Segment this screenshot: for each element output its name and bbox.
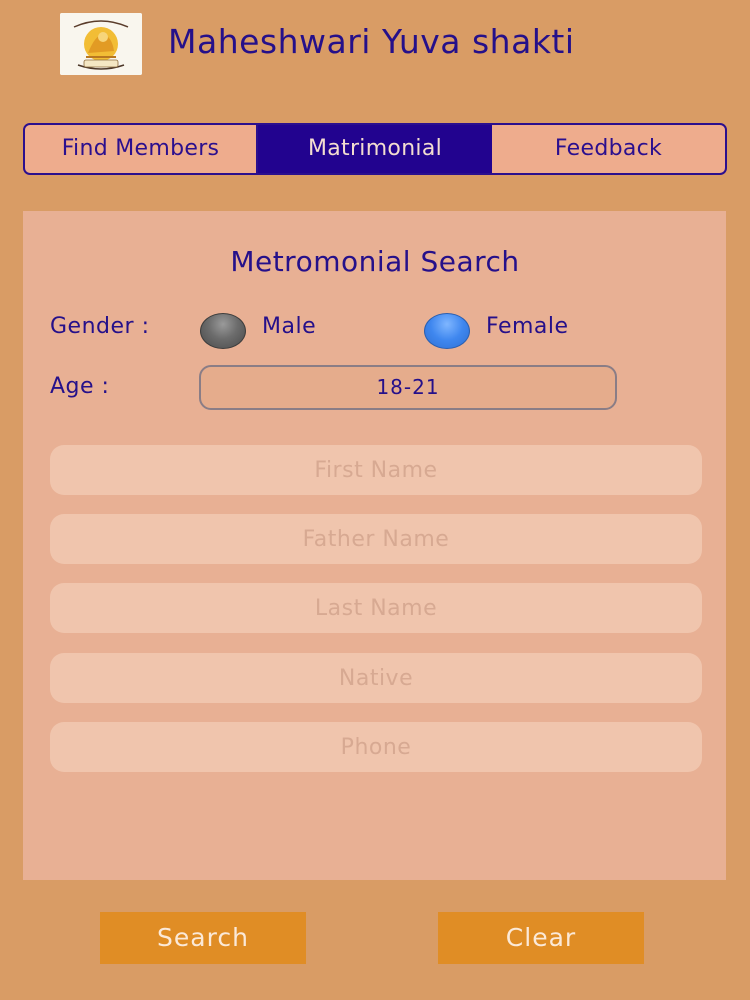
tab-bar: Find Members Matrimonial Feedback xyxy=(23,123,727,175)
age-select[interactable]: 18-21 xyxy=(199,365,617,410)
gender-female-radio[interactable] xyxy=(424,313,470,349)
panel-title: Metromonial Search xyxy=(230,245,520,278)
father-name-input[interactable] xyxy=(50,514,702,564)
last-name-input[interactable] xyxy=(50,583,702,633)
emblem-logo-icon xyxy=(60,13,142,75)
clear-button[interactable]: Clear xyxy=(438,912,644,964)
search-button[interactable]: Search xyxy=(100,912,306,964)
age-label: Age : xyxy=(50,374,110,399)
tab-matrimonial[interactable]: Matrimonial xyxy=(258,125,492,173)
gender-male-label[interactable]: Male xyxy=(262,314,316,339)
tab-feedback[interactable]: Feedback xyxy=(492,125,725,173)
tab-find-members[interactable]: Find Members xyxy=(25,125,258,173)
app-header: Maheshwari Yuva shakti xyxy=(0,0,750,90)
gender-female-label[interactable]: Female xyxy=(486,314,569,339)
gender-label: Gender : xyxy=(50,314,150,339)
phone-input[interactable] xyxy=(50,722,702,772)
first-name-input[interactable] xyxy=(50,445,702,495)
native-input[interactable] xyxy=(50,653,702,703)
app-title: Maheshwari Yuva shakti xyxy=(168,22,575,61)
gender-male-radio[interactable] xyxy=(200,313,246,349)
